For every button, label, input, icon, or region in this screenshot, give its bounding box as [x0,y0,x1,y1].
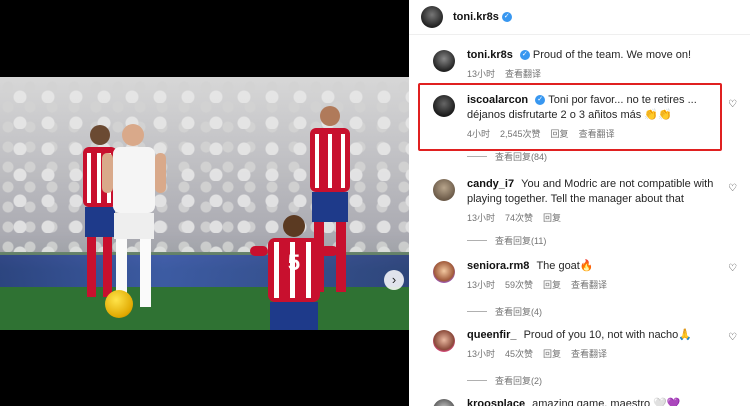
verified-badge-icon: ✓ [519,50,530,61]
post-media-pane: 5 › [0,0,409,406]
heart-icon[interactable]: ♡ [728,184,738,194]
replies-divider [467,240,487,241]
like-count[interactable]: 59次赞 [505,278,533,293]
view-replies-label[interactable]: 查看回复(4) [495,305,542,318]
avatar[interactable] [433,261,455,283]
replies-divider [467,311,487,312]
heart-icon[interactable]: ♡ [728,264,738,274]
reply-button[interactable]: 回复 [543,347,561,362]
comment-username[interactable]: candy_i7 [467,178,514,190]
comment-item: seniora.rm8 The goat🔥 13小时 59次赞 回复 查看翻译 … [409,259,750,293]
comment-item: iscoalarcon ✓ Toni por favor... no te ret… [409,93,750,142]
comment-username[interactable]: queenfir_ [467,329,517,341]
author-avatar[interactable] [421,6,443,28]
avatar[interactable] [433,179,455,201]
comment-text: amazing game, maestro 🤍💜 [532,398,681,406]
comment-text: The goat🔥 [536,260,594,272]
comments-pane: toni.kr8s ✓ toni.kr8s ✓ Proud of the team… [409,0,750,406]
like-count[interactable]: 2,545次赞 [500,127,541,142]
post-photo[interactable]: 5 › [0,77,409,330]
football [105,290,133,318]
comment-text: Proud of you 10, not with nacho🙏 [523,329,692,341]
comment-username[interactable]: seniora.rm8 [467,260,529,272]
comment-item: queenfir_ Proud of you 10, not with nach… [409,328,750,362]
caption-comment: toni.kr8s ✓ Proud of the team. We move on… [409,48,750,82]
heart-icon[interactable]: ♡ [728,100,738,110]
comment-time: 13小时 [467,213,496,223]
player-red-5: 5 [250,215,338,330]
view-replies[interactable]: 查看回复(11) [467,234,546,247]
heart-icon[interactable]: ♡ [728,333,738,343]
author-username[interactable]: toni.kr8s [453,11,499,23]
translate-link[interactable]: 查看翻译 [571,347,607,362]
like-count[interactable]: 45次赞 [505,347,533,362]
translate-link[interactable]: 查看翻译 [505,67,541,82]
view-replies[interactable]: 查看回复(4) [467,305,542,318]
comment-time: 13小时 [467,280,496,290]
replies-divider [467,156,487,157]
view-replies[interactable]: 查看回复(84) [467,150,547,163]
comment-username[interactable]: iscoalarcon [467,94,528,106]
comment-item: kroosplace amazing game, maestro 🤍💜 [409,397,750,406]
avatar[interactable] [433,330,455,352]
translate-link[interactable]: 查看翻译 [571,278,607,293]
comment-item: candy_i7 You and Modric are not compatib… [409,177,750,226]
translate-link[interactable]: 查看翻译 [579,127,615,142]
view-replies-label[interactable]: 查看回复(11) [495,234,546,247]
replies-divider [467,380,487,381]
comment-time: 13小时 [467,349,496,359]
svg-text:5: 5 [288,250,300,275]
post-header: toni.kr8s ✓ [409,0,750,35]
chevron-right-icon[interactable]: › [384,270,404,290]
reply-button[interactable]: 回复 [543,278,561,293]
verified-badge-icon: ✓ [535,95,546,106]
view-replies-label[interactable]: 查看回复(84) [495,150,547,163]
reply-button[interactable]: 回复 [543,211,561,226]
reply-button[interactable]: 回复 [551,127,569,142]
view-replies-label[interactable]: 查看回复(2) [495,374,542,387]
like-count[interactable]: 74次赞 [505,211,533,226]
avatar[interactable] [433,399,455,406]
comment-username[interactable]: toni.kr8s [467,49,513,61]
avatar[interactable] [433,95,455,117]
comment-time: 4小时 [467,129,491,139]
comment-username[interactable]: kroosplace [467,398,525,406]
view-replies[interactable]: 查看回复(2) [467,374,542,387]
verified-badge-icon: ✓ [501,12,512,22]
comment-text: Proud of the team. We move on! [532,49,692,61]
comment-time: 13小时 [467,69,496,79]
avatar[interactable] [433,50,455,72]
